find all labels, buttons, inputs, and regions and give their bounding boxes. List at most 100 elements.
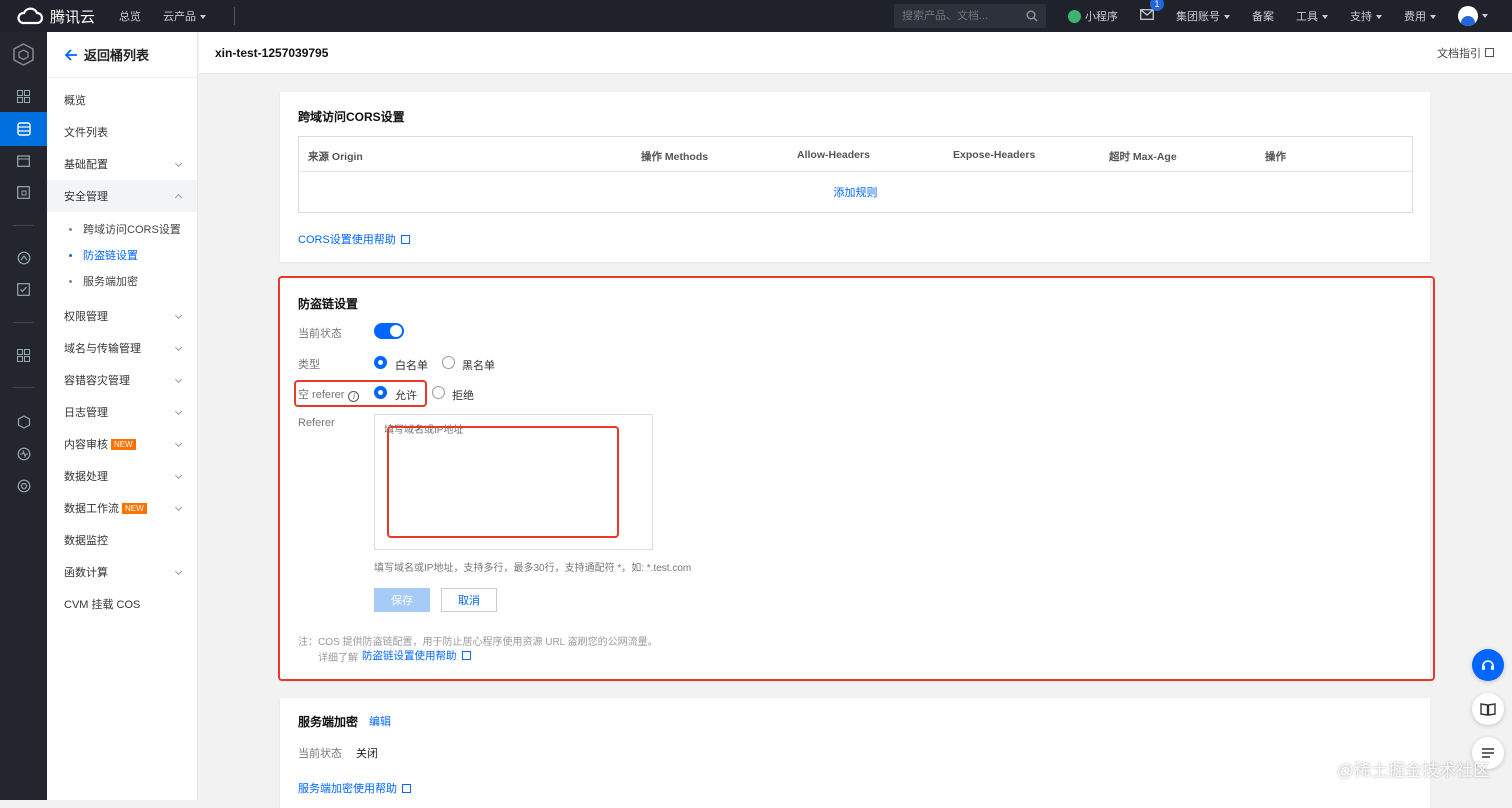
sidebar-item-logs[interactable]: 日志管理 [47,396,197,428]
sidebar-item-domains[interactable]: 域名与传输管理 [47,332,197,364]
add-rule-label: 添加规则 [833,187,878,199]
tools-menu[interactable]: 工具 [1296,8,1328,24]
nav-products[interactable]: 云产品 [163,8,207,24]
sidebar-item-functions[interactable]: 函数计算 [47,556,197,588]
mail-count-badge: 1 [1150,0,1164,11]
encryption-title: 服务端加密 [298,715,359,729]
divider [13,387,34,388]
chevron-down-icon [1224,15,1230,20]
cloud-logo-icon [17,7,44,25]
chevron-up-icon [174,193,183,202]
external-link-icon [402,783,411,793]
mini-program-link[interactable]: 小程序 [1068,8,1118,24]
nav-overview[interactable]: 总览 [119,8,141,24]
encryption-help-label: 服务端加密使用帮助 [298,783,397,795]
search-box[interactable] [894,4,1046,28]
highlight-referer-input [387,426,619,538]
chevron-down-icon [174,159,183,168]
back-label: 返回桶列表 [84,48,150,63]
storage-icon[interactable] [15,120,32,137]
mail-icon [1140,9,1154,20]
sidebar-item-security[interactable]: 安全管理 [47,180,197,212]
external-link-icon [1485,48,1494,57]
docs-float-button[interactable] [1472,693,1504,725]
sidebar-item-basic-config[interactable]: 基础配置 [47,148,197,180]
encryption-help-link[interactable]: 服务端加密使用帮助 [298,780,411,796]
chevron-down-icon [174,439,183,448]
cors-help-label: CORS设置使用帮助 [298,234,396,246]
column-header: 超时 Max-Age [1109,151,1177,163]
dashboard-icon[interactable] [15,88,32,105]
chevron-down-icon [174,503,183,512]
sidebar-item-data-workflow[interactable]: 数据工作流 NEW [47,492,197,524]
group-account-menu[interactable]: 集团账号 [1176,8,1230,24]
security-submenu: 跨域访问CORS设置 防盗链设置 服务端加密 [47,212,197,300]
encryption-status-value: 关闭 [356,748,378,760]
support-menu[interactable]: 支持 [1350,8,1382,24]
sidebar-item-label: 函数计算 [64,567,108,579]
column-header: Allow-Headers [797,149,870,161]
customer-service-button[interactable] [1472,649,1504,681]
sidebar-item-overview[interactable]: 概览 [47,84,197,116]
sidebar-item-cvm-mount[interactable]: CVM 挂载 COS [47,588,197,620]
checklist-icon[interactable] [15,281,32,298]
column-header: Expose-Headers [953,149,1036,161]
chevron-down-icon [1430,15,1436,20]
sidebar-item-disaster-recovery[interactable]: 容错容灾管理 [47,364,197,396]
sidebar-item-content-review[interactable]: 内容审核 NEW [47,428,197,460]
tencent-cloud-logo[interactable]: 腾讯云 [16,6,95,27]
back-to-bucket-list[interactable]: 返回桶列表 [47,32,197,78]
chevron-down-icon [174,567,183,576]
sidebar-subitem-cors[interactable]: 跨域访问CORS设置 [47,216,197,242]
watermark: @稀土掘金技术社区 [1336,761,1490,780]
sidebar: 返回桶列表 概览 文件列表 基础配置 安全管理 跨域访问CORS设置 防盗链设置… [47,32,198,800]
tools-label: 工具 [1296,11,1318,23]
monitor-icon[interactable] [15,249,32,266]
cube-logo-icon[interactable] [11,42,36,67]
shield-icon[interactable] [15,413,32,430]
sidebar-item-label: 内容审核 [64,439,108,451]
sidebar-item-label: 域名与传输管理 [64,343,141,355]
sidebar-subitem-encryption[interactable]: 服务端加密 [47,268,197,294]
chevron-down-icon [174,311,183,320]
add-rule-button[interactable]: 添加规则 [299,172,1412,212]
sidebar-item-label: 数据监控 [64,535,108,547]
book-icon [1480,703,1496,716]
sidebar-item-file-list[interactable]: 文件列表 [47,116,197,148]
mini-program-label: 小程序 [1085,11,1118,23]
sidebar-item-label: 基础配置 [64,159,108,171]
mail-button[interactable]: 1 [1140,0,1164,23]
divider [234,7,236,25]
doc-guide-link[interactable]: 文档指引 [1437,45,1494,61]
apps-icon[interactable] [15,347,32,364]
external-link-icon [400,234,410,244]
user-menu[interactable] [1458,6,1488,26]
doc-guide-label: 文档指引 [1437,47,1481,60]
new-badge: NEW [111,438,136,450]
sidebar-item-permissions[interactable]: 权限管理 [47,300,197,332]
sidebar-item-label: 概览 [64,95,86,107]
cors-help-link[interactable]: CORS设置使用帮助 [298,231,410,247]
page-header: xin-test-1257039795 文档指引 [199,32,1512,74]
sidebar-item-label: 日志管理 [64,407,108,419]
pulse-icon[interactable] [15,445,32,462]
document-icon[interactable] [15,184,32,201]
divider [13,225,34,226]
sidebar-item-label: 容错容灾管理 [64,375,130,387]
chevron-down-icon [200,15,207,20]
chevron-down-icon [174,375,183,384]
sidebar-subitem-hotlink[interactable]: 防盗链设置 [47,242,197,268]
encryption-edit-link[interactable]: 编辑 [369,713,391,729]
search-icon[interactable] [1026,10,1038,22]
sidebar-item-data-processing[interactable]: 数据处理 [47,460,197,492]
target-icon[interactable] [15,477,32,494]
chevron-down-icon [174,471,183,480]
sidebar-item-label: 权限管理 [64,311,108,323]
column-header: 来源 Origin [308,151,363,163]
cors-title: 跨域访问CORS设置 [298,110,405,124]
calendar-icon[interactable] [15,152,32,169]
fees-menu[interactable]: 费用 [1404,8,1436,24]
record-link[interactable]: 备案 [1252,8,1274,24]
sidebar-item-data-monitor[interactable]: 数据监控 [47,524,197,556]
search-input[interactable] [902,10,1012,22]
